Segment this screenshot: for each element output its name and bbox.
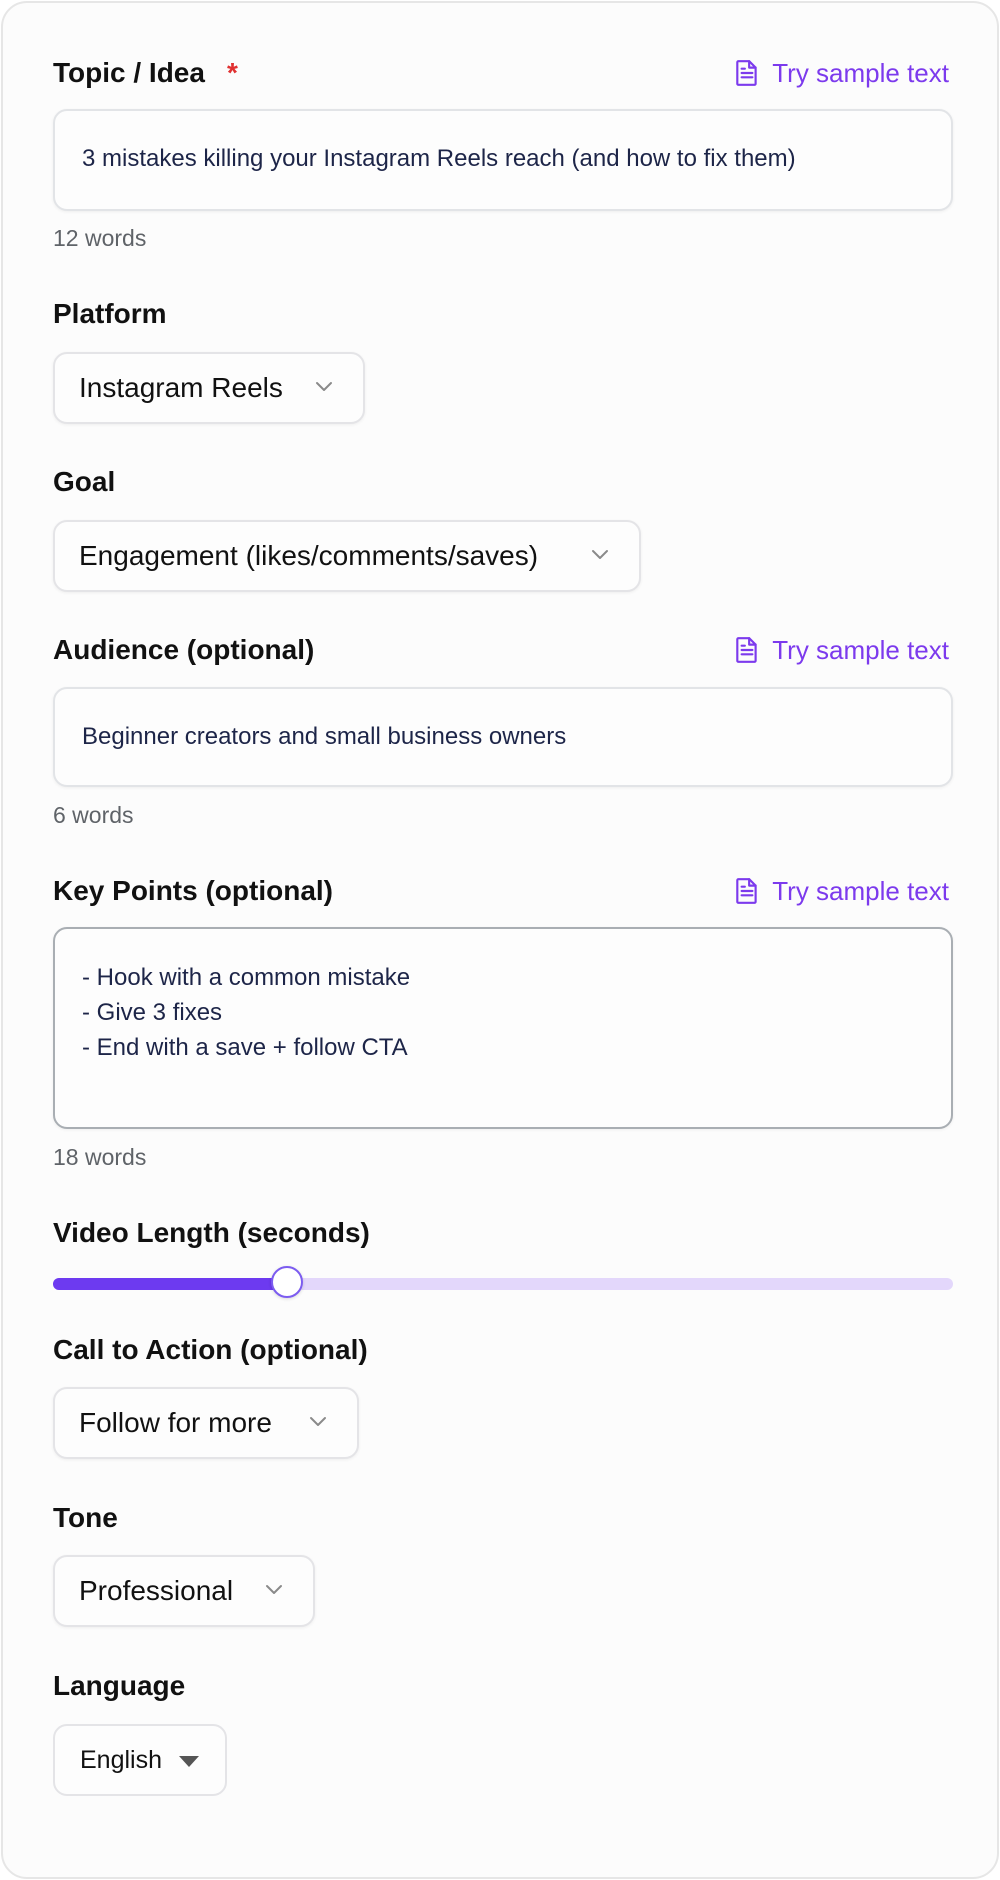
key-points-label: Key Points (optional) — [53, 875, 333, 906]
topic-word-count: 12 words — [53, 225, 147, 251]
platform-select-value: Instagram Reels — [79, 372, 283, 403]
chevron-down-icon — [310, 1417, 326, 1426]
video-length-slider[interactable] — [53, 1266, 953, 1298]
document-icon — [736, 60, 757, 86]
topic-sample-text-link[interactable]: Try sample text — [734, 56, 949, 90]
chevron-down-icon — [592, 550, 608, 559]
key-points-line: - End with a save + follow CTA — [82, 1034, 408, 1061]
chevron-down-icon — [316, 382, 332, 391]
cta-label: Call to Action (optional) — [53, 1334, 368, 1365]
language-select-value: English — [80, 1745, 162, 1774]
audience-sample-text-link[interactable]: Try sample text — [734, 633, 949, 667]
sample-link-label: Try sample text — [772, 635, 949, 665]
topic-label: Topic / Idea * — [53, 57, 238, 88]
key-points-word-count: 18 words — [53, 1144, 147, 1170]
audience-word-count: 6 words — [53, 802, 134, 828]
tone-select[interactable]: Professional — [53, 1555, 315, 1627]
audience-input[interactable]: Beginner creators and small business own… — [53, 687, 953, 787]
document-icon — [736, 637, 757, 663]
platform-select[interactable]: Instagram Reels — [53, 352, 365, 424]
cta-select-value: Follow for more — [79, 1407, 272, 1438]
chevron-down-icon — [266, 1585, 282, 1594]
topic-input[interactable]: 3 mistakes killing your Instagram Reels … — [53, 109, 953, 211]
document-icon — [736, 878, 757, 904]
topic-input-value: 3 mistakes killing your Instagram Reels … — [82, 145, 796, 172]
goal-label: Goal — [53, 466, 116, 497]
key-points-line: - Hook with a common mistake — [82, 964, 411, 991]
key-points-textarea[interactable]: - Hook with a common mistake - Give 3 fi… — [53, 927, 953, 1129]
caret-down-icon — [179, 1756, 199, 1767]
goal-select-value: Engagement (likes/comments/saves) — [79, 540, 539, 571]
sample-link-label: Try sample text — [772, 876, 949, 906]
slider-fill — [53, 1278, 287, 1290]
platform-label: Platform — [53, 298, 167, 329]
cta-select[interactable]: Follow for more — [53, 1387, 359, 1459]
audience-input-value: Beginner creators and small business own… — [82, 723, 567, 750]
sample-link-label: Try sample text — [772, 58, 949, 88]
form-card: Topic / Idea * Try sample text 3 mistakes… — [1, 1, 999, 1879]
key-points-line: - Give 3 fixes — [82, 999, 223, 1026]
required-indicator: * — [226, 57, 238, 88]
audience-label: Audience (optional) — [53, 634, 315, 665]
language-select[interactable]: English — [53, 1724, 227, 1796]
tone-select-value: Professional — [79, 1575, 234, 1606]
slider-thumb[interactable] — [271, 1266, 303, 1298]
goal-select[interactable]: Engagement (likes/comments/saves) — [53, 520, 641, 592]
tone-label: Tone — [53, 1502, 118, 1533]
language-label: Language — [53, 1670, 186, 1701]
key-points-sample-text-link[interactable]: Try sample text — [734, 874, 949, 908]
video-length-label: Video Length (seconds) — [53, 1217, 370, 1248]
